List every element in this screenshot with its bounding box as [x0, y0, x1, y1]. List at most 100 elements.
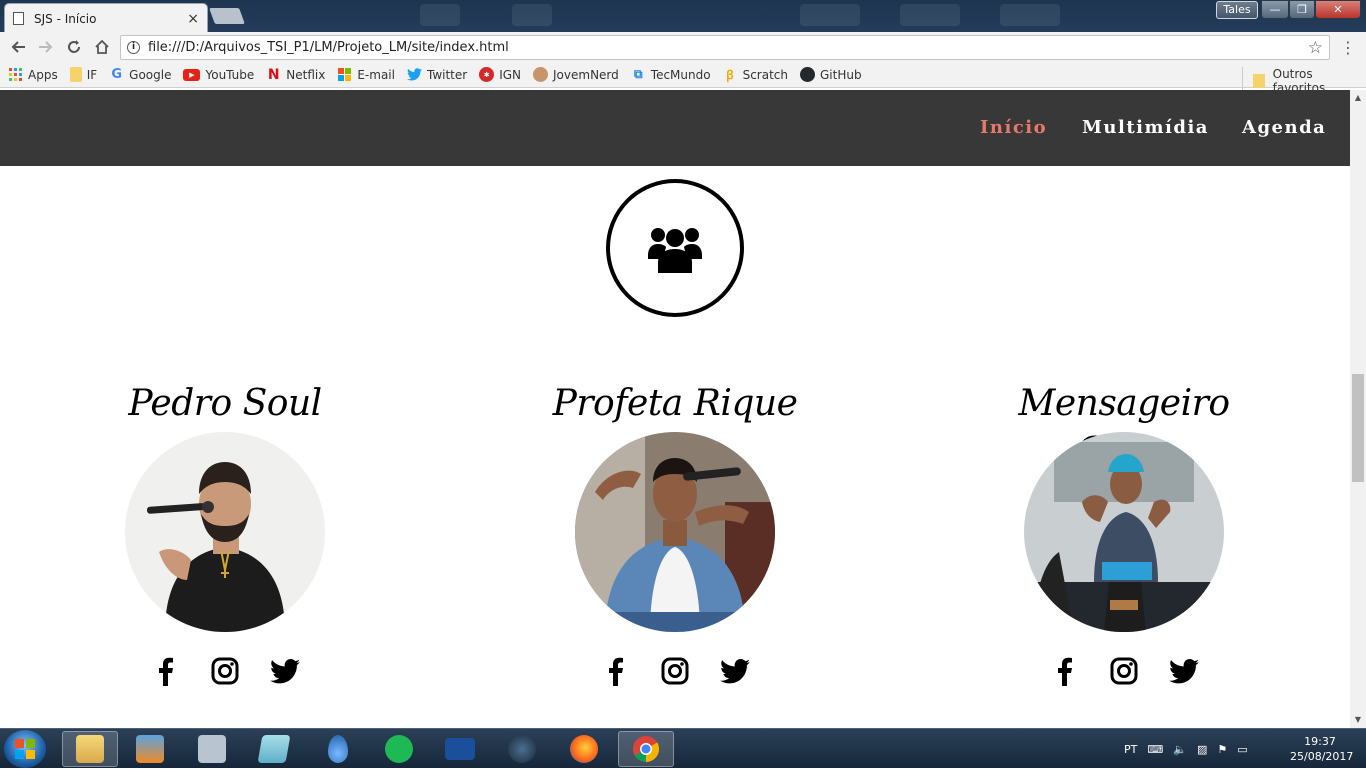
scrollbar-thumb[interactable] [1352, 374, 1364, 482]
bookmark-label: TecMundo [650, 67, 711, 82]
taskbar-calculator[interactable] [184, 731, 240, 767]
jovemnerd-icon [533, 67, 549, 82]
document-icon [13, 12, 24, 25]
bookmark-google[interactable]: G Google [109, 67, 171, 82]
maximize-button[interactable]: ❐ [1289, 0, 1315, 19]
apps-grid-icon [8, 67, 23, 82]
taskbar-drop[interactable] [310, 731, 366, 767]
firefox-icon [570, 735, 598, 763]
info-icon[interactable]: i [127, 41, 140, 54]
calculator-icon [198, 735, 226, 763]
tab-close-button[interactable]: × [187, 11, 199, 27]
taskbar-firefox[interactable] [556, 731, 612, 767]
keyboard-icon[interactable]: ⌨ [1147, 743, 1163, 756]
windows-logo-icon [15, 739, 35, 759]
bookmarks-bar: Apps IF G Google ▶ YouTube N Netflix E-m… [0, 62, 1366, 95]
minimize-button[interactable]: — [1261, 0, 1289, 19]
close-window-button[interactable]: ✕ [1315, 0, 1361, 19]
taskbar-notepad[interactable] [246, 731, 302, 767]
taskbar-blizzard[interactable] [432, 731, 488, 767]
reload-button[interactable] [60, 33, 88, 61]
twitter-icon[interactable] [719, 654, 751, 688]
explorer-icon [76, 735, 104, 763]
browser-menu-button[interactable]: ⋮ [1338, 38, 1358, 58]
facebook-icon[interactable] [149, 654, 181, 688]
facebook-icon[interactable] [1048, 654, 1080, 688]
show-desktop-icon[interactable]: ▭ [1237, 743, 1247, 756]
url-text[interactable]: file:///D:/Arquivos_TSI_P1/LM/Projeto_LM… [148, 40, 1308, 55]
new-tab-button[interactable] [209, 8, 245, 24]
bookmark-netflix[interactable]: N Netflix [266, 67, 325, 83]
volume-icon[interactable]: 🔈 [1173, 743, 1187, 756]
bookmark-if[interactable]: IF [69, 67, 98, 82]
instagram-icon[interactable] [1108, 654, 1140, 688]
drop-icon [328, 735, 348, 763]
mensageiro-guga-photo [1024, 432, 1224, 632]
nav-link-multimidia[interactable]: Multimídia [1082, 117, 1209, 138]
bookmark-apps[interactable]: Apps [8, 67, 58, 82]
bookmark-label: JovemNerd [553, 67, 619, 82]
nav-link-inicio[interactable]: Início [980, 117, 1047, 138]
member-card-pedro-soul: Pedro Soul [75, 380, 375, 688]
action-center-icon[interactable]: ⚑ [1217, 743, 1227, 756]
bookmark-label: Google [129, 67, 172, 82]
instagram-icon[interactable] [209, 654, 241, 688]
blizzard-icon [445, 738, 475, 760]
bookmark-label: YouTube [205, 67, 255, 82]
instagram-icon[interactable] [659, 654, 691, 688]
reload-icon [68, 40, 80, 53]
twitter-bird-icon [406, 67, 422, 82]
clock-date: 25/08/2017 [1290, 750, 1354, 763]
taskbar-clock[interactable]: 19:37 25/08/2017 [1290, 734, 1354, 764]
taskbar-chrome[interactable] [618, 731, 674, 767]
nav-link-agenda[interactable]: Agenda [1242, 117, 1326, 138]
member-card-profeta-rique: Profeta Rique [525, 380, 825, 688]
bookmark-star-icon[interactable]: ☆ [1308, 38, 1323, 58]
bookmark-tecmundo[interactable]: ⧉ TecMundo [631, 67, 711, 82]
tab-title: SJS - Início [34, 11, 97, 26]
tecmundo-icon: ⧉ [633, 67, 643, 81]
clock-time: 19:37 [1304, 735, 1336, 748]
taskbar-steam[interactable] [494, 731, 550, 767]
window-titlebar: SJS - Início × Tales — ❐ ✕ [0, 0, 1366, 32]
social-links [974, 654, 1274, 688]
scroll-up-arrow-icon[interactable]: ▲ [1350, 90, 1366, 106]
site-navbar: Início Multimídia Agenda [0, 90, 1350, 166]
bookmark-twitter[interactable]: Twitter [406, 67, 467, 82]
bookmark-label: Scratch [742, 67, 788, 82]
profile-button[interactable]: Tales [1216, 1, 1258, 19]
taskbar-explorer[interactable] [62, 731, 118, 767]
windows-taskbar: PT ⌨ 🔈 ▨ ⚑ ▭ 19:37 25/08/2017 [0, 728, 1366, 768]
address-bar[interactable]: i file:///D:/Arquivos_TSI_P1/LM/Projeto_… [120, 35, 1330, 60]
media-player-icon [136, 735, 164, 763]
forward-button[interactable] [32, 33, 60, 61]
member-name: Mensageiro Guga [1018, 383, 1230, 472]
bookmark-youtube[interactable]: ▶ YouTube [183, 68, 254, 82]
folder-icon [1253, 74, 1265, 88]
back-button[interactable] [4, 33, 32, 61]
bookmark-email[interactable]: E-mail [337, 67, 395, 82]
start-button[interactable] [4, 730, 46, 768]
folder-icon [69, 67, 82, 82]
bookmark-label: IF [86, 67, 98, 82]
bookmark-scratch[interactable]: ꞵ Scratch [723, 67, 788, 83]
facebook-icon[interactable] [599, 654, 631, 688]
taskbar-media-player[interactable] [122, 731, 178, 767]
bookmark-github[interactable]: GitHub [800, 67, 862, 82]
twitter-icon[interactable] [269, 654, 301, 688]
network-icon[interactable]: ▨ [1197, 743, 1207, 756]
social-links [75, 654, 375, 688]
users-group-icon [648, 228, 702, 273]
scroll-down-arrow-icon[interactable]: ▼ [1350, 712, 1366, 728]
browser-tab-active[interactable]: SJS - Início × [4, 3, 208, 32]
taskbar-spotify[interactable] [371, 731, 427, 767]
spotify-icon [385, 735, 413, 763]
home-button[interactable] [88, 33, 116, 61]
ign-icon: ✱ [479, 67, 495, 82]
profeta-rique-photo [575, 432, 775, 632]
language-indicator[interactable]: PT [1124, 743, 1137, 756]
bookmark-ign[interactable]: ✱ IGN [479, 67, 521, 82]
twitter-icon[interactable] [1168, 654, 1200, 688]
bookmark-jovemnerd[interactable]: JovemNerd [533, 67, 619, 82]
page-scrollbar[interactable]: ▲ ▼ [1350, 90, 1366, 728]
